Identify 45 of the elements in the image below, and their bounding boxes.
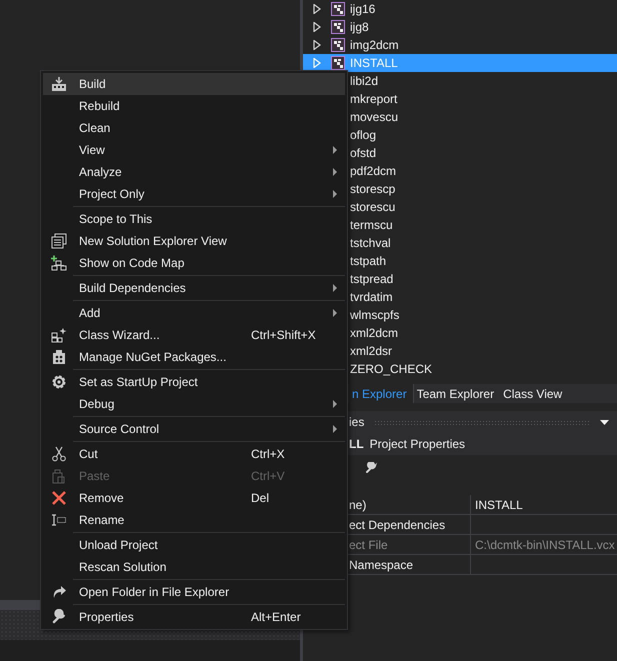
delete-icon bbox=[51, 490, 67, 506]
menu-item[interactable]: Manage NuGet Packages... bbox=[43, 346, 345, 368]
panel-tab[interactable]: Class View bbox=[500, 384, 568, 403]
project-icon bbox=[331, 38, 345, 52]
menu-item[interactable]: Build Dependencies bbox=[43, 277, 345, 299]
menu-item[interactable]: Analyze bbox=[43, 161, 345, 183]
menu-item[interactable]: Add bbox=[43, 302, 345, 324]
menu-item[interactable]: View bbox=[43, 139, 345, 161]
menu-item[interactable]: Clean bbox=[43, 117, 345, 139]
menu-item[interactable]: Properties Alt+Enter bbox=[43, 606, 345, 628]
tree-item[interactable]: ijg16 bbox=[303, 0, 617, 18]
scissors-icon bbox=[51, 446, 67, 462]
tree-item[interactable]: img2dcm bbox=[303, 36, 617, 54]
menu-item[interactable]: Cut Ctrl+X bbox=[43, 443, 345, 465]
object-type: Project Properties bbox=[370, 437, 466, 451]
menu-item[interactable]: Open Folder in File Explorer bbox=[43, 581, 345, 603]
gear-icon bbox=[51, 374, 67, 390]
menu-item[interactable]: New Solution Explorer View bbox=[43, 230, 345, 252]
project-icon bbox=[331, 2, 345, 16]
tree-item[interactable]: ijg8 bbox=[303, 18, 617, 36]
clipboard-icon bbox=[51, 468, 67, 484]
build-icon bbox=[51, 76, 67, 92]
object-name: LL bbox=[349, 437, 364, 451]
package-icon bbox=[51, 349, 67, 365]
menu-item[interactable]: Project Only bbox=[43, 183, 345, 205]
wrench-icon bbox=[51, 609, 67, 625]
wizard-icon bbox=[51, 327, 67, 343]
rename-icon bbox=[51, 512, 67, 528]
panel-tab[interactable]: n Explorer bbox=[349, 384, 413, 403]
window-list-icon bbox=[51, 233, 67, 249]
menu-item[interactable]: Set as StartUp Project bbox=[43, 371, 345, 393]
dropdown-arrow-icon bbox=[600, 420, 609, 424]
menu-item[interactable]: Source Control bbox=[43, 418, 345, 440]
panel-title: ies bbox=[349, 415, 364, 429]
redo-arrow-icon bbox=[51, 584, 67, 600]
code-map-icon bbox=[51, 255, 67, 271]
menu-item[interactable]: Class Wizard... Ctrl+Shift+X bbox=[43, 324, 345, 346]
menu-item[interactable]: Rebuild bbox=[43, 95, 345, 117]
property-value[interactable]: INSTALL bbox=[471, 495, 617, 514]
menu-item[interactable]: Debug bbox=[43, 393, 345, 415]
menu-item[interactable]: Scope to This bbox=[43, 208, 345, 230]
menu-item[interactable]: Show on Code Map bbox=[43, 252, 345, 274]
menu-item[interactable]: Build bbox=[43, 73, 345, 95]
wrench-icon[interactable] bbox=[365, 462, 377, 474]
project-icon bbox=[331, 20, 345, 34]
